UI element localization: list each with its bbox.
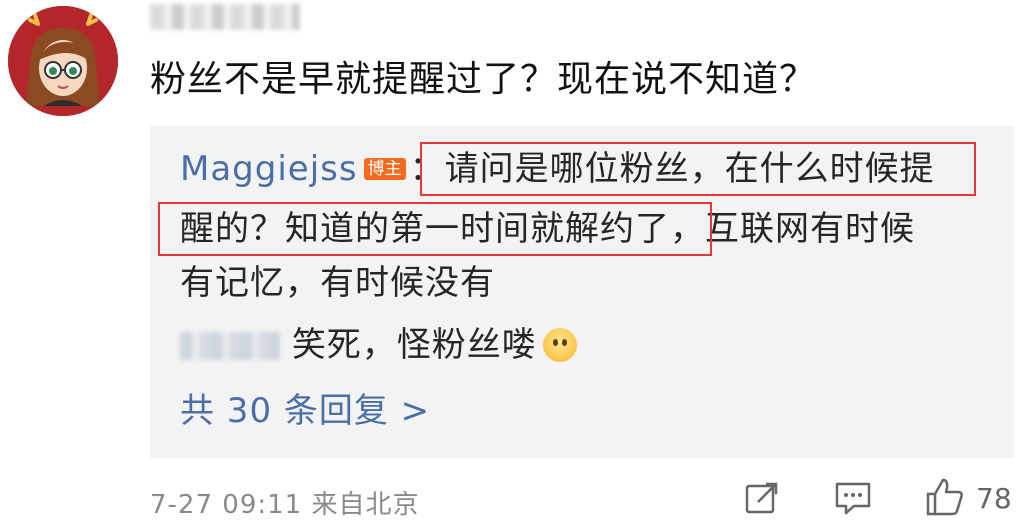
second-reply-text: 笑死，怪粉丝喽 (291, 325, 537, 365)
comment-icon[interactable] (834, 480, 872, 523)
cartoon-girl-avatar-icon (8, 6, 118, 116)
reply-author-link[interactable]: Maggiejss (180, 149, 358, 189)
comment-text: 粉丝不是早就提醒过了？现在说不知道？ (150, 59, 817, 100)
comment-location: 来自北京 (311, 490, 420, 520)
share-icon[interactable] (744, 480, 780, 523)
blurred-replier-name[interactable] (180, 332, 280, 360)
like-count: 78 (976, 482, 1012, 515)
view-all-replies-link[interactable]: 共 30 条回复 > (180, 388, 430, 434)
pleading-face-emoji-icon (542, 328, 577, 362)
blogger-badge: 博主 (363, 158, 406, 180)
highlight-box-1 (420, 142, 976, 196)
thumbs-up-icon[interactable] (924, 476, 966, 525)
reply-box[interactable]: Maggiejss 博主 ：请问是哪位粉丝，在什么时候提 醒的？知道的第一时间就解约… (150, 126, 1014, 458)
avatar[interactable] (8, 6, 118, 116)
highlight-box-2 (158, 202, 712, 256)
comment-meta: 7-27 09:11 来自北京 (150, 484, 419, 521)
second-reply: 笑死，怪粉丝喽 (180, 322, 577, 368)
reply-line-3: 有记忆，有时候没有 (180, 263, 495, 303)
username-blurred[interactable] (150, 4, 300, 30)
comment-footer: 7-27 09:11 来自北京 78 (150, 478, 1012, 523)
comment-time: 7-27 09:11 (150, 490, 303, 520)
